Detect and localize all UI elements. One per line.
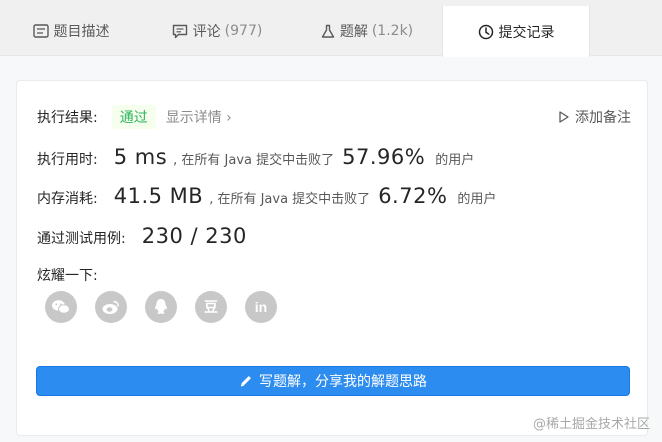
result-row: 执行结果: 通过 显示详情 › [37,105,232,129]
pencil-icon [239,374,253,388]
tab-submissions[interactable]: 提交记录 [442,6,590,57]
write-solution-button[interactable]: 写题解，分享我的解题思路 [36,366,630,396]
add-note-label: 添加备注 [575,110,631,126]
tab-solutions[interactable]: 题解 (1.2k) [292,6,442,56]
share-weibo-button[interactable] [95,291,127,323]
linkedin-icon: in [254,299,268,315]
share-row-label: 炫耀一下: [37,265,98,285]
douban-icon: 豆 [204,300,218,316]
tests-value: 230 / 230 [141,224,247,248]
memory-mid-text: , 在所有 Java 提交中击败了 [209,192,371,207]
weibo-icon [101,299,121,315]
memory-suffix: 的用户 [457,192,497,207]
memory-value: 41.5 MB [113,184,204,208]
tests-row: 通过测试用例: 230 / 230 [37,224,247,248]
add-note-button[interactable]: 添加备注 [559,107,631,127]
share-buttons: 豆 in [45,291,295,323]
runtime-row: 执行用时: 5 ms , 在所有 Java 提交中击败了 57.96% 的用户 [37,145,474,169]
share-qq-button[interactable] [145,291,177,323]
tab-comments-label: 评论 [192,24,221,40]
tab-comments[interactable]: 评论 (977) [142,6,292,56]
description-icon [32,24,49,38]
share-douban-button[interactable]: 豆 [195,291,227,323]
show-details-link[interactable]: 显示详情 › [166,107,232,127]
runtime-mid-text: , 在所有 Java 提交中击败了 [173,153,335,168]
flask-icon [321,24,335,39]
tab-description[interactable]: 题目描述 [0,6,142,56]
submission-result-card: 执行结果: 通过 显示详情 › 添加备注 执行用时: 5 ms , 在所有 Ja… [16,80,648,436]
runtime-value: 5 ms [113,145,168,169]
tab-comments-count: (977) [224,23,263,39]
tab-bar: 题目描述 评论 (977) 题解 (1.2k) 提交记录 [0,0,662,57]
memory-label: 内存消耗: [37,191,98,207]
tab-description-label: 题目描述 [53,24,110,40]
memory-percent: 6.72% [378,184,448,208]
tab-solutions-count: (1.2k) [371,23,414,39]
memory-row: 内存消耗: 41.5 MB , 在所有 Java 提交中击败了 6.72% 的用… [37,184,496,208]
runtime-label: 执行用时: [37,152,98,168]
runtime-suffix: 的用户 [435,153,475,168]
comment-icon [172,24,188,39]
share-wechat-button[interactable] [45,291,77,323]
wechat-icon [51,299,71,315]
runtime-percent: 57.96% [342,145,426,169]
write-solution-label: 写题解，分享我的解题思路 [259,374,427,390]
status-badge: 通过 [111,105,156,129]
tab-submissions-label: 提交记录 [498,24,555,41]
tab-solutions-label: 题解 [339,24,368,40]
play-icon [559,111,569,123]
watermark: @稀土掘金技术社区 [532,417,650,432]
share-linkedin-button[interactable]: in [245,291,277,323]
clock-icon [478,24,494,40]
tests-label: 通过测试用例: [37,231,126,247]
result-label: 执行结果: [37,110,98,126]
qq-icon [153,298,169,316]
share-label: 炫耀一下: [37,268,98,284]
